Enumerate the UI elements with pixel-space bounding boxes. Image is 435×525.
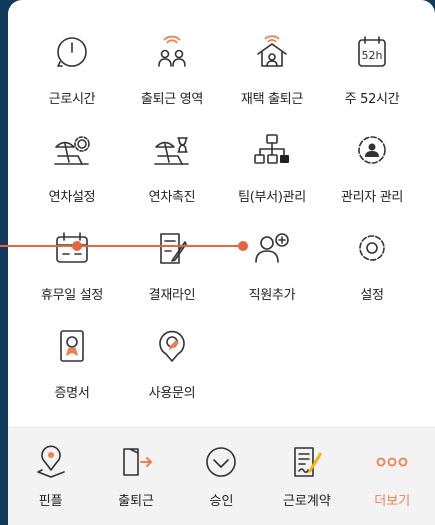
menu-item-remote-commute[interactable]: 재택 출퇴근 [222,22,322,120]
menu-panel: 근로시간 출퇴근 영역 재택 출퇴근 52h 주 52시간 연차설정 연차촉진 … [8,0,435,525]
menu-item-leave-settings[interactable]: 연차설정 [22,120,122,218]
gear-icon [359,235,385,261]
annotation-dot-start [72,241,82,251]
menu-item-52-hours[interactable]: 52h 주 52시간 [322,22,422,120]
menu-item-approval-line[interactable]: 결재라인 [122,218,222,316]
add-user-icon [255,233,289,263]
org-chart-icon [254,134,289,164]
nav-pinplus[interactable]: 핀플 [11,428,91,525]
contract-icon [294,447,322,477]
menu-label: 결재라인 [148,288,196,303]
certificate-icon [60,330,84,362]
menu-grid: 근로시간 출퇴근 영역 재택 출퇴근 52h 주 52시간 연차설정 연차촉진 … [8,22,435,414]
annotation-line [0,245,243,247]
menu-item-leave-promotion[interactable]: 연차촉진 [122,120,222,218]
menu-item-work-hours[interactable]: 근로시간 [22,22,122,120]
menu-label: 직원추가 [248,288,296,303]
svg-text:52h: 52h [362,49,383,62]
nav-more[interactable]: 더보기 [352,428,432,525]
menu-item-commute-area[interactable]: 출퇴근 영역 [122,22,222,120]
nav-label: 핀플 [38,494,63,509]
home-work-icon [257,35,287,67]
approve-check-icon [206,447,237,477]
nav-label: 더보기 [374,494,411,509]
menu-label: 팀(부서)관리 [238,190,306,205]
pinplus-icon [36,445,65,478]
menu-label: 출퇴근 영역 [140,92,204,107]
menu-label: 사용문의 [148,386,196,401]
door-icon [123,448,153,476]
menu-item-settings[interactable]: 설정 [322,218,422,316]
approval-doc-icon [160,233,187,264]
nav-commute[interactable]: 출퇴근 [96,428,176,525]
menu-label: 연차설정 [48,190,96,205]
menu-label: 설정 [360,288,384,303]
nav-contract[interactable]: 근로계약 [267,428,347,525]
menu-label: 관리자 관리 [340,190,404,205]
nav-label: 승인 [209,494,234,509]
nav-approval[interactable]: 승인 [181,428,261,525]
menu-label: 증명서 [54,386,90,401]
clock-icon [57,37,87,67]
menu-label: 재택 출퇴근 [240,92,304,107]
menu-label: 휴무일 설정 [40,288,104,303]
menu-item-add-employee[interactable]: 직원추가 [222,218,322,316]
location-area-icon [158,35,186,67]
calendar-52h-icon: 52h [358,36,386,67]
menu-item-admin-management[interactable]: 관리자 관리 [322,120,422,218]
nav-label: 근로계약 [282,494,331,509]
beach-hourglass-icon [154,137,189,165]
admin-gear-icon [358,136,386,164]
beach-gear-icon [54,136,90,165]
annotation-dot-end [238,241,248,251]
menu-item-inquiry[interactable]: 사용문의 [122,316,222,414]
menu-item-holiday-settings[interactable]: 휴무일 설정 [22,218,122,316]
bottom-nav-bar: 핀플 출퇴근 승인 근로계약 더보기 [8,427,435,525]
nav-label: 출퇴근 [118,494,155,509]
menu-item-team-management[interactable]: 팀(부서)관리 [222,120,322,218]
menu-item-certificate[interactable]: 증명서 [22,316,122,414]
menu-label: 연차촉진 [148,190,196,205]
menu-label: 주 52시간 [344,92,400,107]
menu-label: 근로시간 [48,92,96,107]
inquiry-pin-icon [159,330,185,362]
more-icon [376,457,408,467]
